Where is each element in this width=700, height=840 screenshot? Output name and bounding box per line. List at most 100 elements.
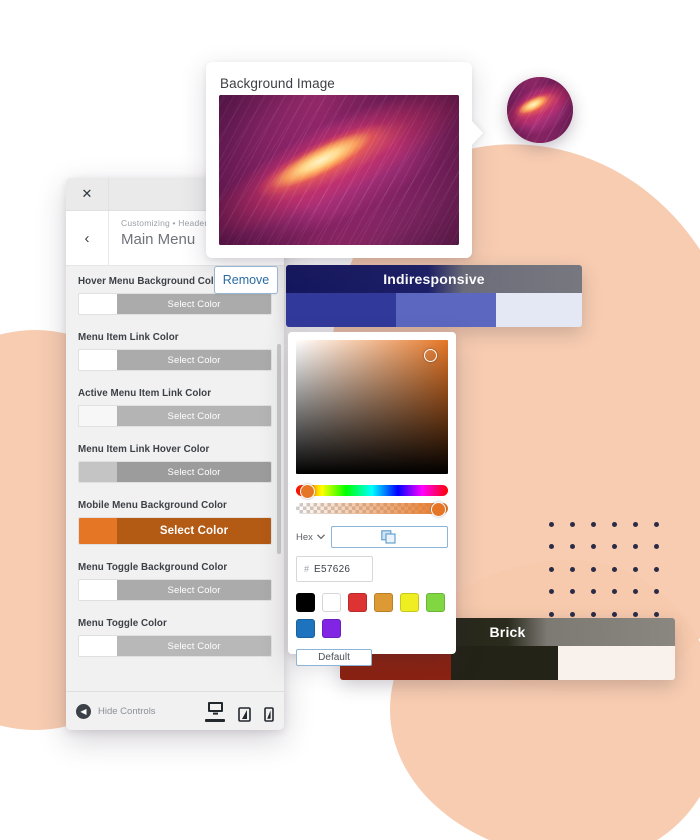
palette-swatch[interactable]: [557, 646, 675, 680]
select-color-button[interactable]: Select Color: [78, 293, 272, 315]
hex-input[interactable]: [314, 563, 365, 575]
tablet-icon[interactable]: [238, 706, 251, 722]
desktop-icon-glyph: [207, 701, 223, 715]
color-mode-select[interactable]: Hex: [296, 532, 325, 543]
select-color-label: Select Color: [117, 580, 271, 600]
color-picker-popover: Hex # Default: [288, 332, 456, 666]
preset-swatch-6[interactable]: [296, 619, 315, 638]
color-swatch-chip[interactable]: [79, 294, 117, 314]
select-color-button[interactable]: Select Color: [78, 635, 272, 657]
grid-dot: [654, 522, 659, 527]
preset-swatch-0[interactable]: [296, 593, 315, 612]
preset-swatch-grid: [296, 593, 448, 638]
breadcrumb: Customizing • Header: [121, 218, 208, 228]
color-mode-row: Hex: [296, 526, 448, 548]
palette-swatch[interactable]: [496, 293, 582, 327]
alpha-slider[interactable]: [296, 502, 448, 517]
hide-controls-label[interactable]: Hide Controls: [98, 706, 156, 717]
grid-dot: [654, 589, 659, 595]
preset-swatch-5[interactable]: [426, 593, 445, 612]
grid-dot: [654, 544, 659, 550]
hash-symbol: #: [304, 564, 310, 574]
grid-dot: [591, 611, 596, 617]
galaxy-vignette: [219, 95, 459, 245]
background-image-preview[interactable]: [219, 95, 459, 245]
preset-swatch-7[interactable]: [322, 619, 341, 638]
galaxy-thumbnail[interactable]: [507, 77, 573, 143]
color-swatch-chip[interactable]: [79, 636, 117, 656]
preset-swatch-3[interactable]: [374, 593, 393, 612]
select-color-label: Select Color: [117, 350, 271, 370]
select-color-button[interactable]: Select Color: [78, 461, 272, 483]
grid-dot: [591, 566, 596, 572]
grid-dot: [591, 544, 596, 550]
palette-card-indiresponsive[interactable]: Indiresponsive: [286, 265, 582, 327]
grid-dot: [633, 566, 638, 572]
select-color-label: Select Color: [117, 406, 271, 426]
customizer-footer: ◀ Hide Controls: [66, 691, 284, 730]
color-swatch-chip[interactable]: [79, 518, 117, 544]
default-color-button[interactable]: Default: [296, 649, 372, 666]
grid-dot: [591, 589, 596, 595]
select-color-button[interactable]: Select Color: [78, 517, 272, 545]
palette-swatch[interactable]: [450, 646, 558, 680]
control-label: Active Menu Item Link Color: [78, 388, 212, 399]
color-control-2: Active Menu Item Link Color Select Color: [78, 388, 272, 427]
grid-dot: [633, 544, 638, 550]
grid-dot: [633, 522, 638, 527]
select-color-button[interactable]: Select Color: [78, 579, 272, 601]
control-label: Menu Toggle Color: [78, 618, 167, 629]
desktop-icon[interactable]: [205, 701, 225, 722]
screenshot-stage: Background Image Remove Indiresponsive B…: [0, 0, 700, 840]
color-swatch-chip[interactable]: [79, 406, 117, 426]
grid-dot: [591, 522, 596, 527]
grid-dot: [549, 611, 554, 617]
select-color-button[interactable]: Select Color: [78, 405, 272, 427]
color-swatch-chip[interactable]: [79, 462, 117, 482]
preset-swatch-2[interactable]: [348, 593, 367, 612]
grid-dot: [549, 544, 554, 550]
grid-dot: [633, 589, 638, 595]
hue-slider-handle[interactable]: [300, 484, 315, 499]
galaxy-thumb-vignette: [507, 77, 573, 143]
saturation-value-area[interactable]: [296, 340, 448, 474]
color-swatch-chip[interactable]: [79, 580, 117, 600]
grid-dot: [612, 566, 617, 572]
copy-color-button[interactable]: [330, 526, 448, 548]
chevron-down-icon: [316, 534, 325, 540]
grid-dot: [549, 589, 554, 595]
control-label: Menu Item Link Color: [78, 332, 179, 343]
mobile-icon[interactable]: [264, 706, 274, 722]
grid-dot: [612, 611, 617, 617]
customizer-controls-list: Hover Menu Background Color Select Color M…: [66, 266, 284, 691]
remove-button[interactable]: Remove: [214, 266, 278, 294]
grid-dot: [570, 522, 575, 527]
grid-dot: [654, 611, 659, 617]
alpha-slider-handle[interactable]: [431, 502, 446, 517]
hex-input-wrapper[interactable]: #: [296, 556, 373, 582]
hue-slider[interactable]: [296, 484, 448, 499]
color-swatch-chip[interactable]: [79, 350, 117, 370]
color-control-6: Menu Toggle Color Select Color: [78, 618, 272, 657]
grid-dot: [570, 611, 575, 617]
tablet-icon-glyph: [238, 706, 251, 722]
select-color-button[interactable]: Select Color: [78, 349, 272, 371]
collapse-arrow-icon[interactable]: ◀: [76, 703, 91, 719]
select-color-label: Select Color: [117, 518, 271, 544]
grid-dot: [549, 566, 554, 572]
background-image-card: Background Image: [206, 62, 483, 258]
palette-swatch[interactable]: [286, 293, 396, 327]
palette-swatch[interactable]: [395, 293, 497, 327]
grid-dot: [612, 544, 617, 550]
select-color-label: Select Color: [117, 462, 271, 482]
grid-dot: [633, 611, 638, 617]
sv-handle[interactable]: [424, 349, 437, 362]
color-control-1: Menu Item Link Color Select Color: [78, 332, 272, 371]
close-icon[interactable]: ✕: [66, 178, 109, 210]
copy-icon: [381, 530, 397, 544]
panel-scrollbar[interactable]: [277, 344, 281, 554]
preset-swatch-4[interactable]: [400, 593, 419, 612]
color-control-3: Menu Item Link Hover Color Select Color: [78, 444, 272, 483]
back-chevron-icon[interactable]: ‹: [66, 211, 109, 265]
preset-swatch-1[interactable]: [322, 593, 341, 612]
